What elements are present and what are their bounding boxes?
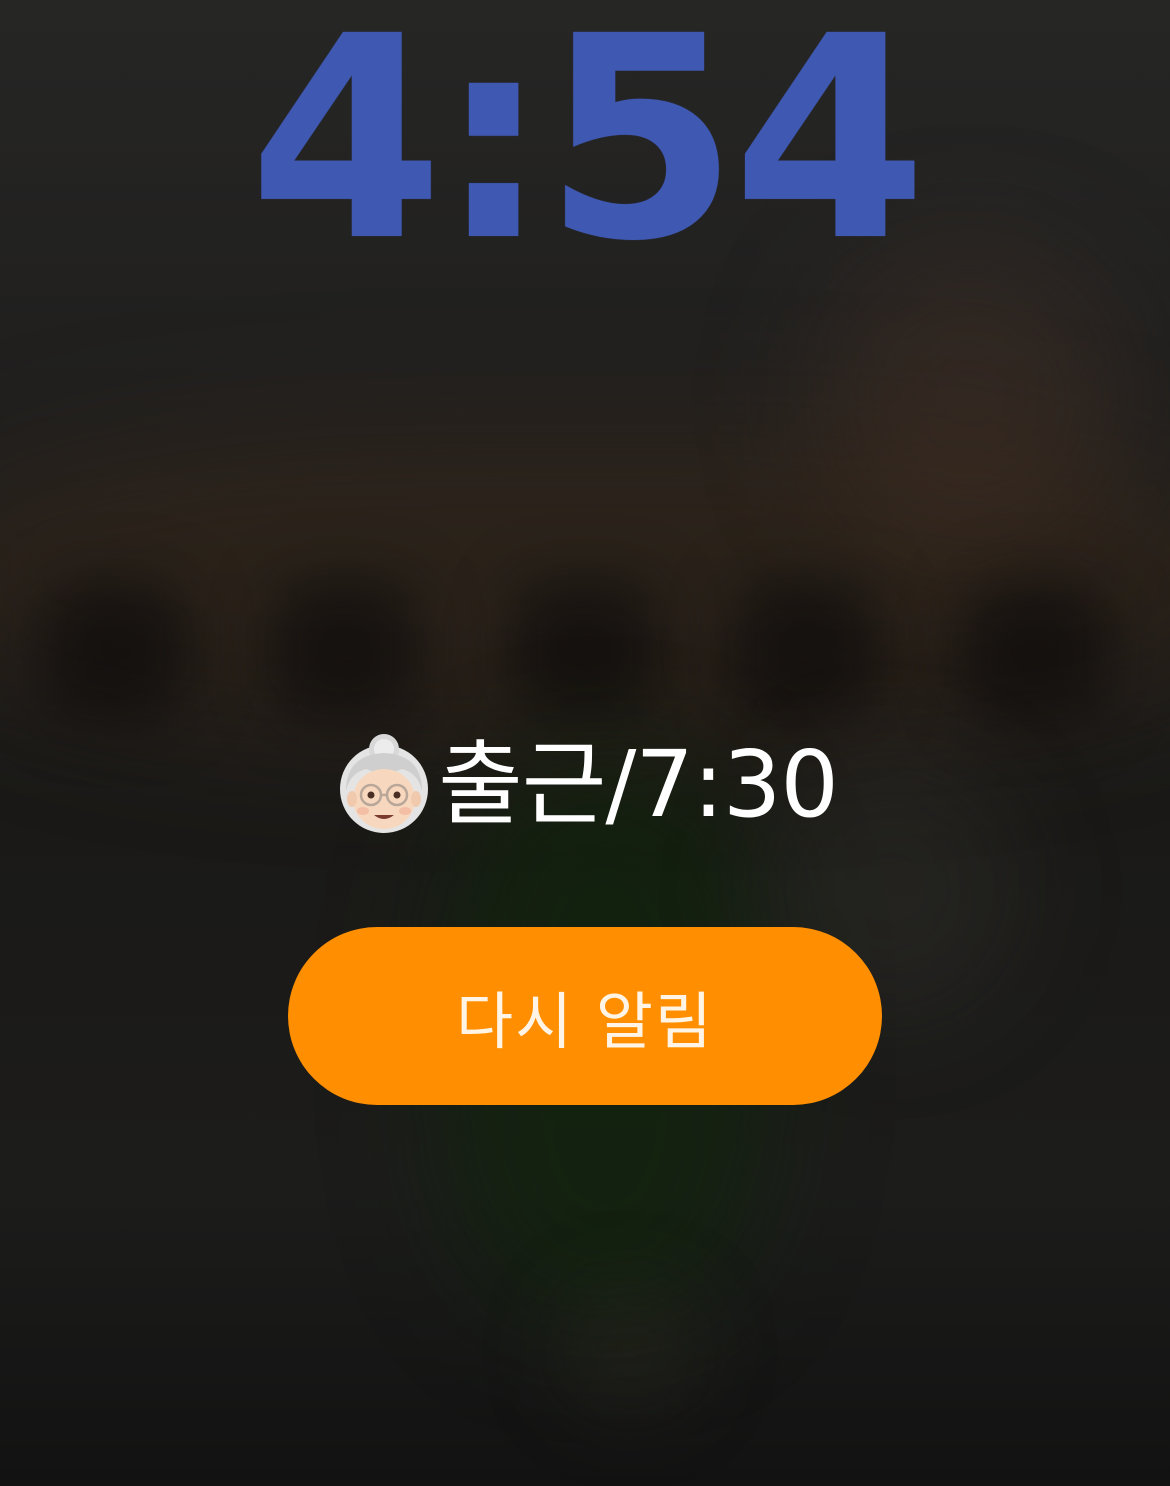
alarm-label-row: 출근/7:30 xyxy=(0,730,1170,840)
older-woman-emoji-icon xyxy=(332,733,436,837)
wallpaper-blur xyxy=(560,1290,700,1410)
lock-screen-clock: 4:54 xyxy=(248,0,927,303)
wallpaper-blur xyxy=(0,420,1170,740)
snooze-button-label: 다시 알림 xyxy=(456,985,714,1058)
wallpaper-blur xyxy=(960,580,1110,720)
alarm-label: 출근/7:30 xyxy=(438,731,839,838)
wallpaper-blur xyxy=(510,580,660,720)
wallpaper-blur xyxy=(40,580,190,720)
alarm-lock-screen: 4:54 출근/7:30 다시 알림 xyxy=(0,0,1170,1486)
wallpaper-blur xyxy=(730,580,880,720)
wallpaper-blur xyxy=(270,580,420,720)
snooze-button[interactable]: 다시 알림 xyxy=(288,927,882,1105)
